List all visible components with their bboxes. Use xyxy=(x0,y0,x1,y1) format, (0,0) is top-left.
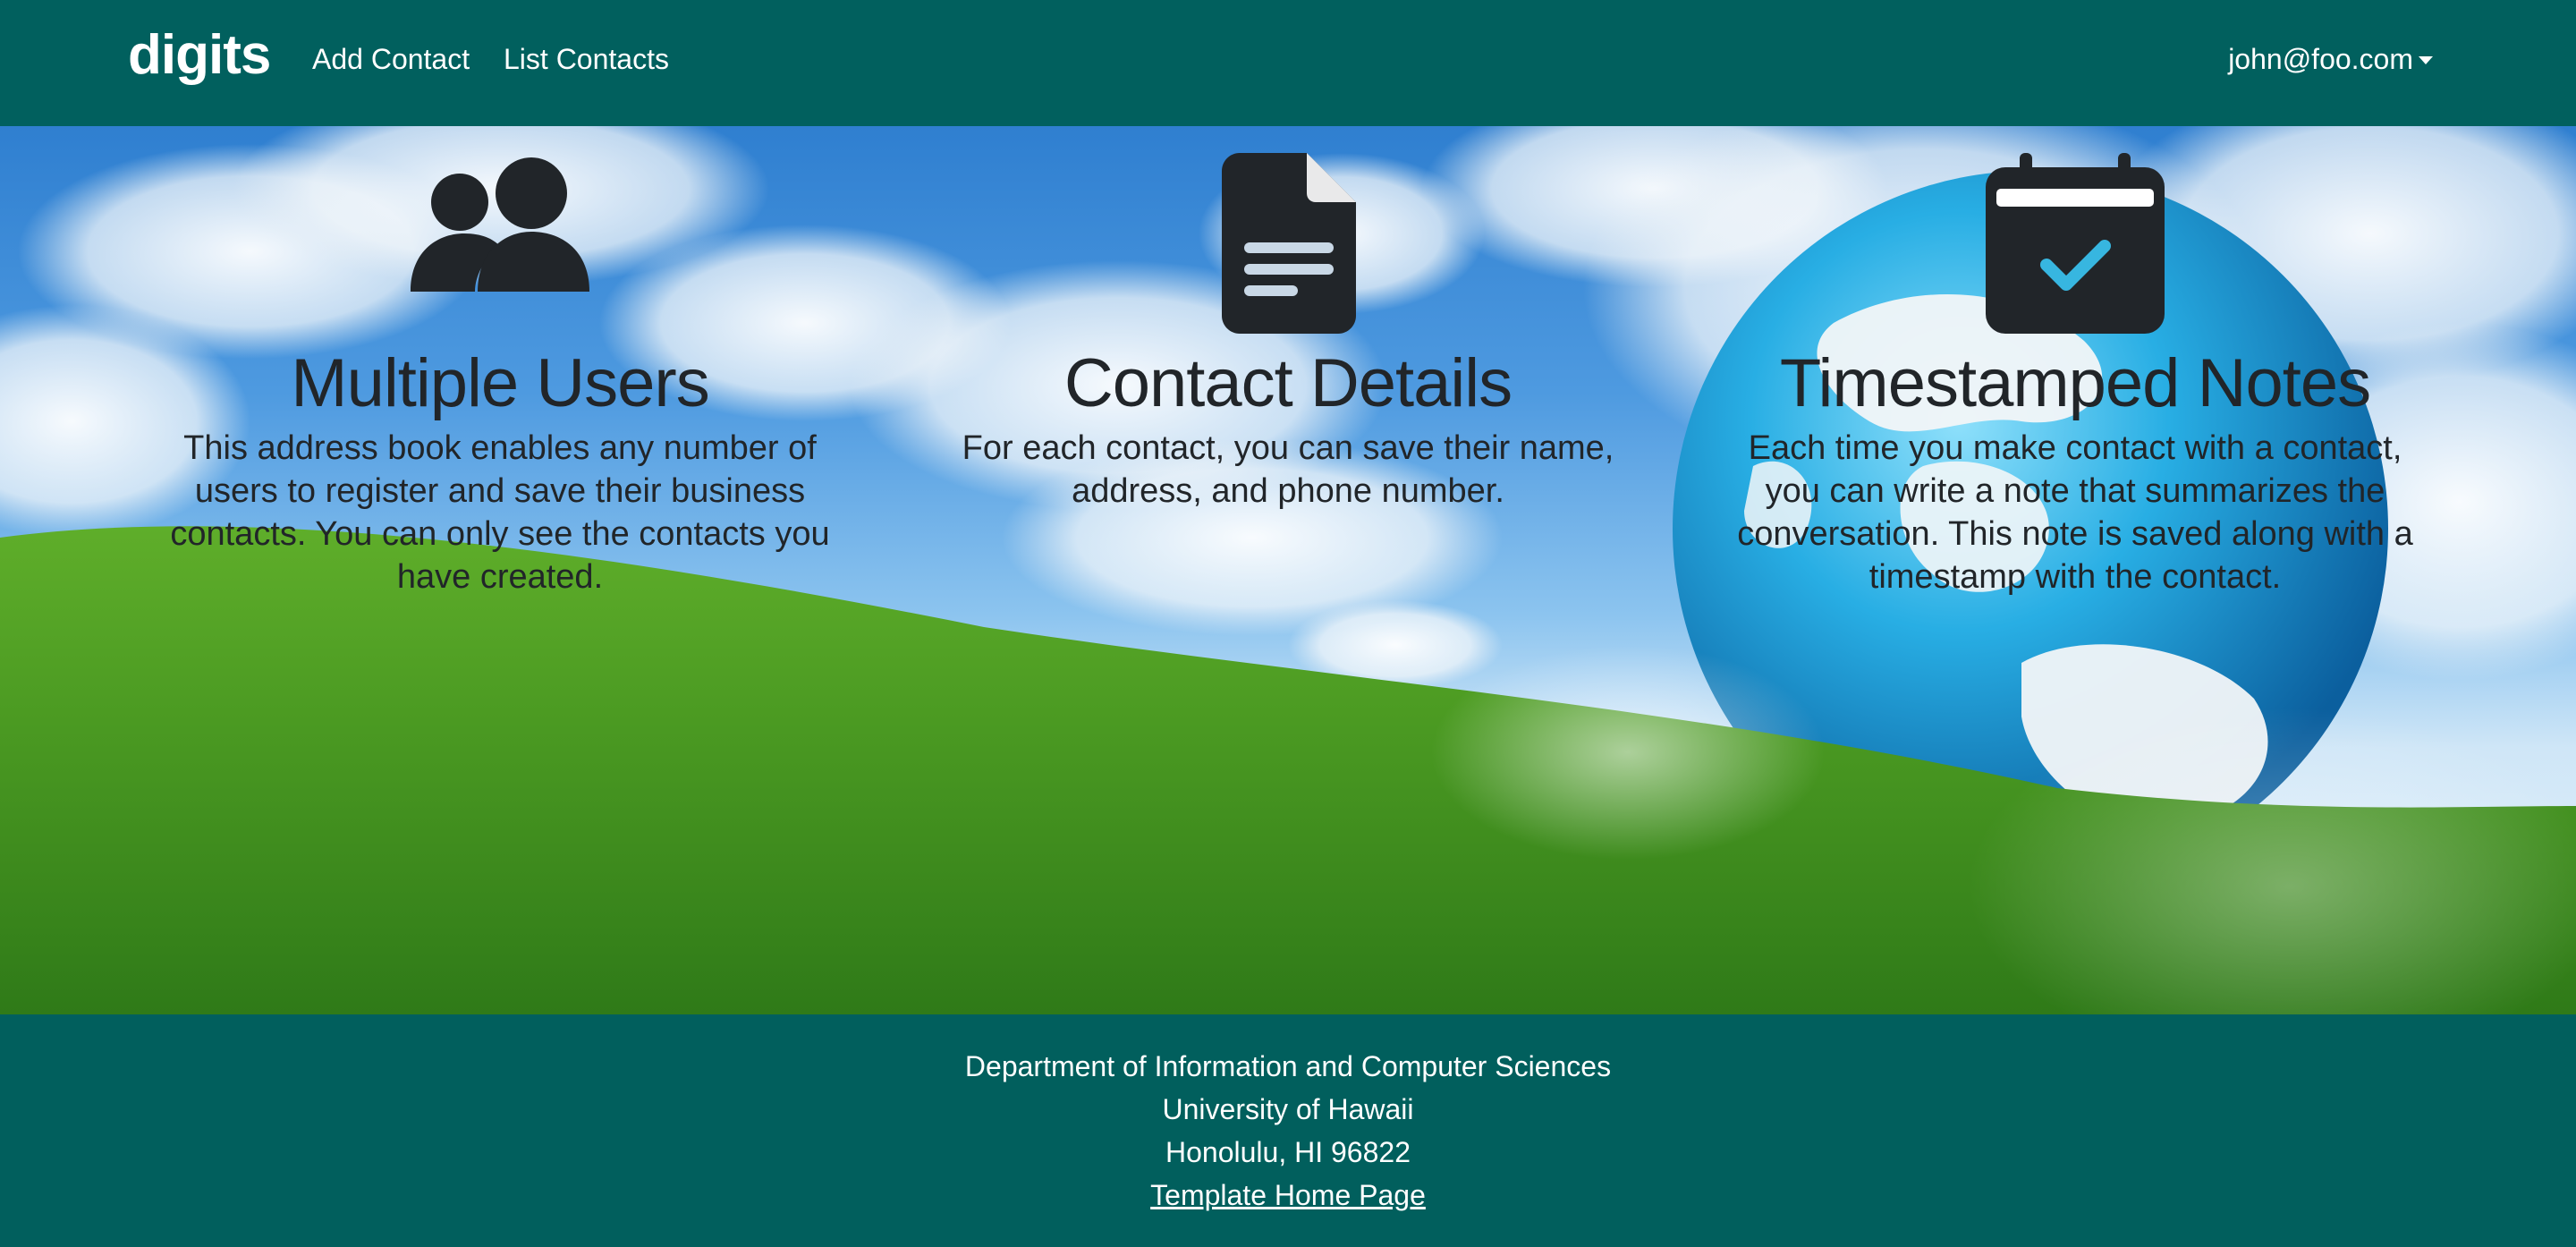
footer-address: Honolulu, HI 96822 xyxy=(1165,1136,1411,1168)
file-icon xyxy=(1222,153,1356,334)
brand-logo[interactable]: digits xyxy=(128,23,271,87)
nav-add-contact[interactable]: Add Contact xyxy=(312,43,470,76)
top-navbar: digits Add Contact List Contacts john@fo… xyxy=(0,0,2576,126)
chevron-down-icon xyxy=(2419,56,2433,64)
feature-title: Timestamped Notes xyxy=(1779,345,2371,421)
user-dropdown[interactable]: john@foo.com xyxy=(2228,43,2433,76)
feature-description: Each time you make contact with a contac… xyxy=(1737,429,2413,596)
feature-title: Contact Details xyxy=(1063,345,1513,421)
footer-university: University of Hawaii xyxy=(1162,1093,1414,1125)
footer-department: Department of Information and Computer S… xyxy=(964,1050,1612,1082)
calendar-check-icon xyxy=(1986,153,2165,334)
landing-hero: Multiple Users This address book enables… xyxy=(0,126,2576,1014)
feature-timestamped-notes: Timestamped Notes Each time you make con… xyxy=(1717,153,2433,598)
nav-list-contacts[interactable]: List Contacts xyxy=(504,43,669,76)
user-email: john@foo.com xyxy=(2228,43,2413,75)
feature-title: Multiple Users xyxy=(291,345,709,421)
feature-contact-details: Contact Details For each contact, you ca… xyxy=(930,153,1646,513)
feature-description: This address book enables any number of … xyxy=(170,429,830,596)
feature-description: For each contact, you can save their nam… xyxy=(962,429,1614,510)
page-footer: Department of Information and Computer S… xyxy=(0,1014,2576,1247)
users-icon xyxy=(411,157,589,292)
template-home-link[interactable]: Template Home Page xyxy=(1150,1179,1426,1211)
feature-multiple-users: Multiple Users This address book enables… xyxy=(142,153,858,598)
